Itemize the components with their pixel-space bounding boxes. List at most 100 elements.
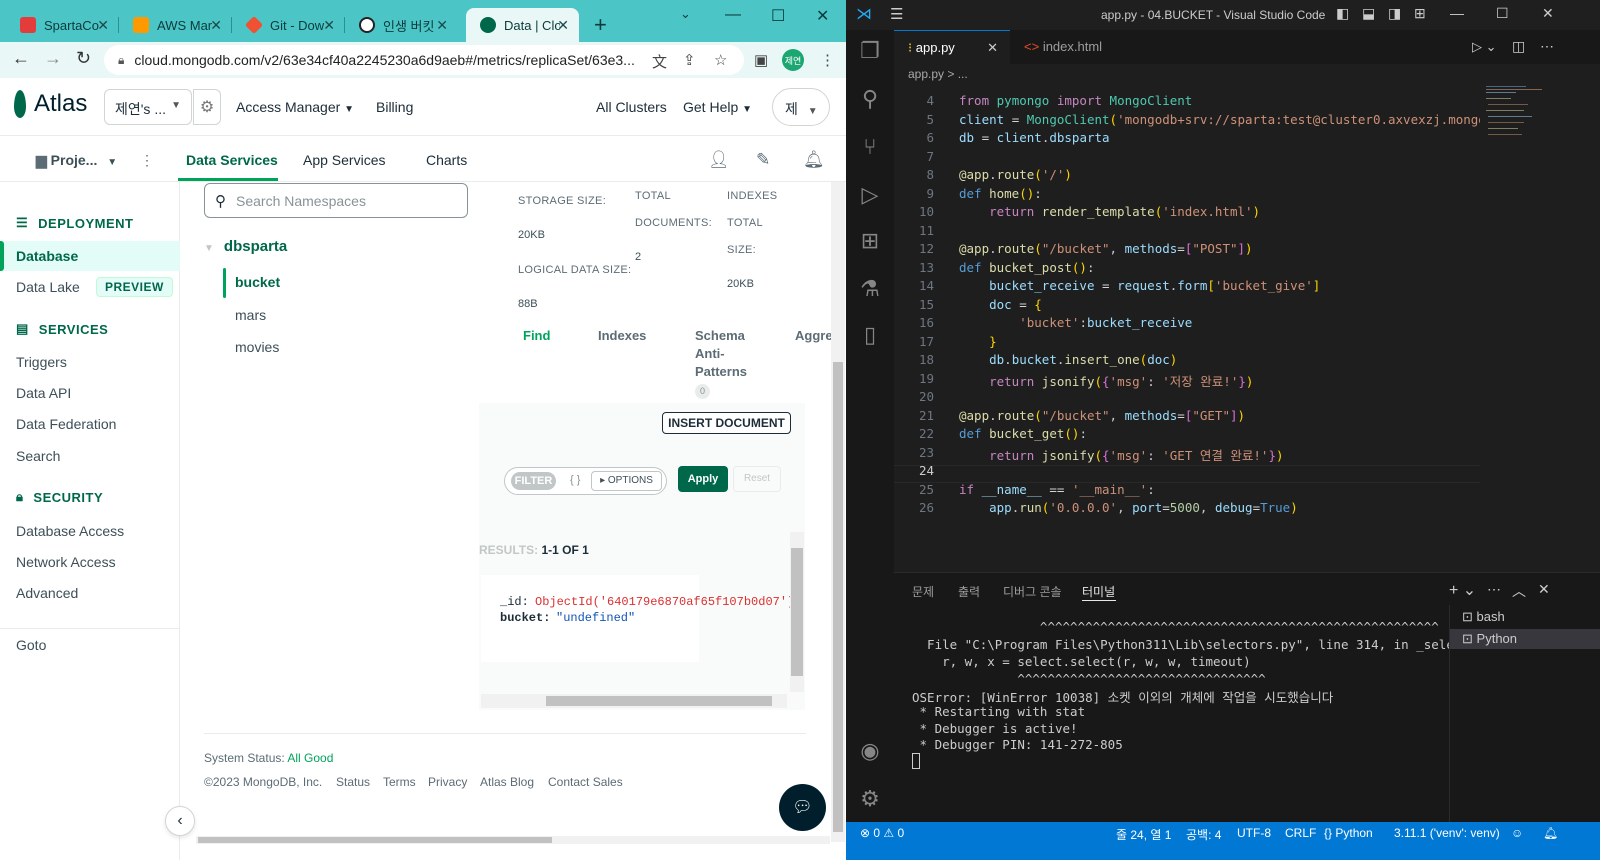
footer-link-atlas-blog[interactable]: Atlas Blog <box>480 775 534 789</box>
explorer-icon[interactable]: ❐ <box>858 38 882 64</box>
minimap[interactable] <box>1484 84 1544 144</box>
profile-avatar[interactable]: 제연 <box>782 49 804 71</box>
close-window-icon[interactable]: ✕ <box>816 6 829 26</box>
forward-arrow-icon[interactable]: → <box>44 48 62 69</box>
user-menu-button[interactable]: 제 ▼ <box>772 88 830 126</box>
tab-aggregation[interactable]: Aggre <box>795 327 833 345</box>
maximize-icon[interactable]: ☐ <box>771 6 785 26</box>
new-tab-button[interactable]: + <box>594 12 607 38</box>
toggle-sidebar-icon[interactable]: ◧ <box>1336 5 1349 22</box>
share-icon[interactable]: ⇪ <box>683 51 696 69</box>
tab-find[interactable]: Find <box>523 327 550 345</box>
organization-selector[interactable]: 제연's ... ▼ <box>104 89 192 125</box>
problems-status[interactable]: ⊗ 0 ⚠ 0 <box>860 826 904 840</box>
indentation-status[interactable]: 공백: 4 <box>1186 826 1221 843</box>
python-interpreter[interactable]: 3.11.1 ('venv': venv) <box>1394 826 1500 840</box>
toggle-panel-icon[interactable]: ⬓ <box>1362 5 1375 22</box>
scrollbar-thumb[interactable] <box>198 837 552 843</box>
status-value[interactable]: All Good <box>287 751 333 765</box>
tab-terminal[interactable]: 터미널 <box>1082 583 1115 600</box>
terminal-item-bash[interactable]: ⊡ bash <box>1450 607 1600 627</box>
more-actions-icon[interactable]: ⋯ <box>1487 581 1501 598</box>
tab-debug-console[interactable]: 디버그 콘솔 <box>1003 583 1062 600</box>
atlas-logo[interactable]: Atlas <box>14 90 87 118</box>
insert-document-button[interactable]: INSERT DOCUMENT <box>662 412 791 434</box>
sidebar-item-advanced[interactable]: Advanced <box>16 585 78 601</box>
collection-item-mars[interactable]: mars <box>235 307 266 323</box>
project-more-icon[interactable]: ⋮ <box>140 152 154 169</box>
minimize-icon[interactable]: — <box>725 6 741 24</box>
close-icon[interactable]: ✕ <box>323 17 335 34</box>
sidebar-item-search[interactable]: Search <box>16 448 60 464</box>
close-icon[interactable]: ✕ <box>436 17 448 34</box>
back-arrow-icon[interactable]: ← <box>12 48 30 69</box>
chat-support-button[interactable]: 💬︎ <box>779 784 826 831</box>
maximize-panel-icon[interactable]: ︿ <box>1512 581 1526 601</box>
run-python-icon[interactable]: ▷ ⌄ <box>1472 39 1497 55</box>
maximize-icon[interactable]: ☐ <box>1496 5 1509 22</box>
sidebar-item-database-access[interactable]: Database Access <box>16 523 124 539</box>
access-manager-menu[interactable]: Access Manager ▼ <box>236 99 354 115</box>
footer-link-privacy[interactable]: Privacy <box>428 775 467 789</box>
org-settings-gear-icon[interactable]: ⚙ <box>193 89 221 125</box>
tab-data-services[interactable]: Data Services <box>186 152 278 168</box>
options-button[interactable]: ▸ OPTIONS <box>591 471 662 491</box>
search-icon[interactable]: ⚲ <box>858 86 882 112</box>
billing-link[interactable]: Billing <box>376 99 413 115</box>
side-panel-icon[interactable]: ▣ <box>754 51 768 69</box>
all-clusters-link[interactable]: All Clusters <box>596 99 667 115</box>
sidebar-item-triggers[interactable]: Triggers <box>16 354 67 370</box>
extensions-icon[interactable]: ⊞ <box>858 228 882 254</box>
run-debug-icon[interactable]: ▷ <box>858 182 882 208</box>
apply-button[interactable]: Apply <box>678 466 728 492</box>
breadcrumb[interactable]: app.py > ... <box>908 67 968 81</box>
reset-button[interactable]: Reset <box>733 466 781 492</box>
split-editor-icon[interactable]: ◫ <box>1512 38 1525 55</box>
browser-tab[interactable]: AWS Mar ✕ <box>119 8 232 42</box>
footer-link-terms[interactable]: Terms <box>383 775 416 789</box>
new-terminal-icon[interactable]: + ⌄ <box>1449 580 1476 600</box>
feedback-icon[interactable]: ☺ <box>1511 826 1523 840</box>
tab-problems[interactable]: 문제 <box>912 583 934 600</box>
collection-item-bucket[interactable]: bucket <box>235 274 280 290</box>
database-item[interactable]: ▼ dbsparta <box>204 238 287 255</box>
scrollbar-thumb[interactable] <box>791 548 803 676</box>
tab-app-py[interactable]: ⁝ app.py ✕ <box>894 30 1010 64</box>
translate-icon[interactable]: 文 <box>652 51 667 72</box>
sidebar-item-data-api[interactable]: Data API <box>16 385 71 401</box>
tab-charts[interactable]: Charts <box>426 152 467 168</box>
tab-index-html[interactable]: <> index.html <box>1010 30 1126 64</box>
browser-tab[interactable]: SpartaCo ✕ <box>6 8 119 42</box>
encoding-status[interactable]: UTF-8 <box>1237 826 1271 840</box>
scrollbar-thumb[interactable] <box>833 362 843 832</box>
menu-icon[interactable]: ☰ <box>890 5 903 23</box>
reload-icon[interactable]: ↻ <box>76 48 91 69</box>
close-window-icon[interactable]: ✕ <box>1542 5 1554 22</box>
remote-explorer-icon[interactable]: ▯ <box>858 322 882 348</box>
address-bar[interactable]: 🔒︎ cloud.mongodb.com/v2/63e34cf40a224523… <box>104 45 744 75</box>
close-icon[interactable]: ✕ <box>557 17 569 34</box>
minimize-icon[interactable]: — <box>1450 5 1464 21</box>
account-icon[interactable]: ◉ <box>858 738 882 764</box>
scrollbar-thumb[interactable] <box>546 696 772 706</box>
layout-icon[interactable]: ⊞ <box>1414 5 1426 22</box>
filter-input[interactable]: { } <box>570 474 580 486</box>
terminal-item-python[interactable]: ⊡ Python <box>1450 629 1600 649</box>
bell-icon[interactable]: 🔔︎ <box>803 150 825 170</box>
bookmark-star-icon[interactable]: ☆ <box>714 51 727 69</box>
cursor-position[interactable]: 줄 24, 열 1 <box>1116 826 1171 843</box>
tab-app-services[interactable]: App Services <box>303 152 385 168</box>
code-editor[interactable]: 4 5 6 7 8 9 10 11 12 13 14 15 16 17 18 19 20 21 22 23 24 25 26… <box>894 88 1480 572</box>
sidebar-item-database[interactable]: Database <box>0 241 180 271</box>
more-actions-icon[interactable]: ⋯ <box>1540 38 1554 55</box>
document-card[interactable]: _id: ObjectId('640179e6870af65f107b0d07'… <box>481 575 794 662</box>
tab-search-icon[interactable]: ⌄ <box>680 6 691 22</box>
browser-menu-icon[interactable]: ⋮ <box>820 51 835 69</box>
eol-status[interactable]: CRLF <box>1285 826 1316 840</box>
notifications-bell-icon[interactable]: 🔔︎ <box>1543 826 1558 840</box>
tab-output[interactable]: 출력 <box>958 583 980 600</box>
get-help-menu[interactable]: Get Help ▼ <box>683 99 752 115</box>
invite-user-icon[interactable]: 👤︎ <box>708 150 730 170</box>
tab-schema-anti-patterns[interactable]: Schema Anti- Patterns <box>695 327 747 381</box>
close-panel-icon[interactable]: ✕ <box>1538 581 1550 598</box>
